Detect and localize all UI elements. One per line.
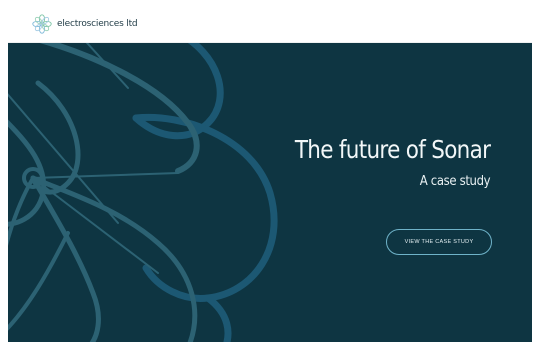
hero-banner: The future of Sonar A case study VIEW TH… <box>8 43 532 342</box>
logo-text: electrosciences ltd <box>57 19 138 29</box>
logo-link[interactable]: electrosciences ltd <box>32 14 138 34</box>
view-case-study-button[interactable]: VIEW THE CASE STUDY <box>386 229 492 255</box>
page: electrosciences ltd The future of Sonar … <box>0 0 540 342</box>
flower-logo-icon <box>32 14 52 34</box>
hero-text-block: The future of Sonar A case study <box>263 135 491 189</box>
site-header: electrosciences ltd <box>8 6 532 43</box>
hero-title: The future of Sonar <box>294 135 491 164</box>
hero-subtitle: A case study <box>419 174 491 189</box>
flower-outline-graphic <box>8 43 278 342</box>
